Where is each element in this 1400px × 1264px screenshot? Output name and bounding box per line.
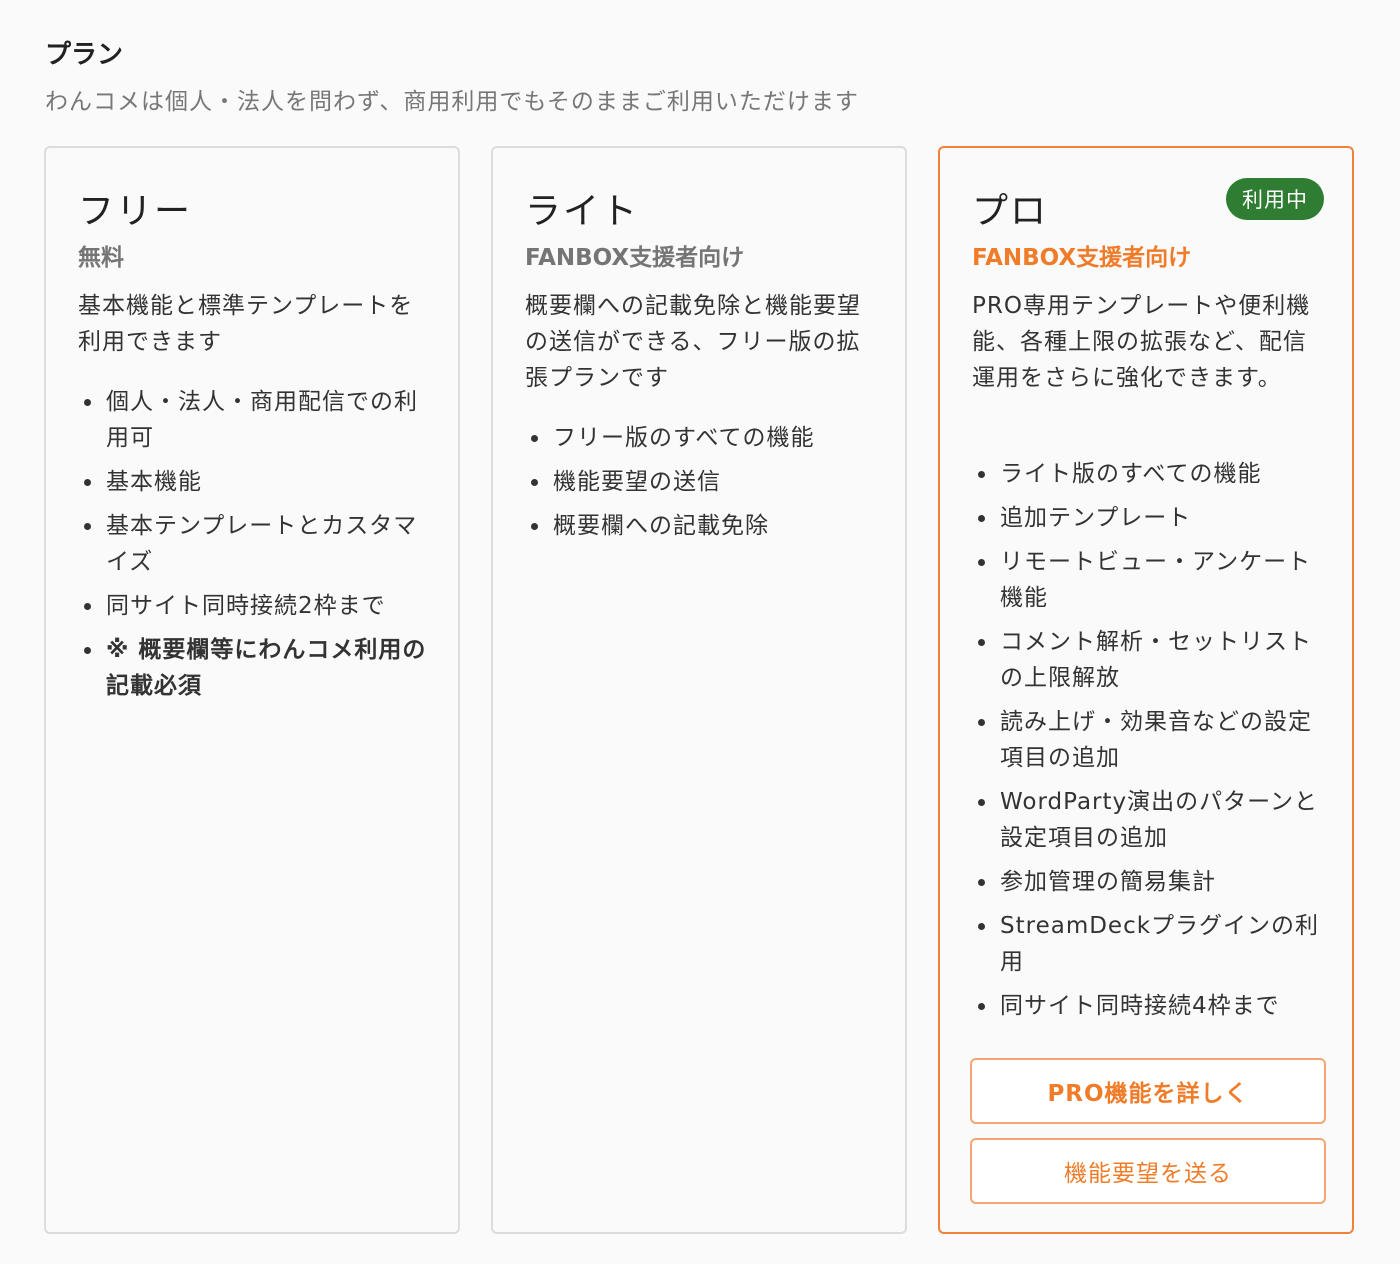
feature-item: 同サイト同時接続2枠まで — [78, 588, 428, 624]
feature-item: ライト版のすべての機能 — [972, 456, 1322, 492]
feature-item: WordParty演出のパターンと設定項目の追加 — [972, 784, 1322, 856]
plan-feature-list: 個人・法人・商用配信での利用可 基本機能 基本テンプレートとカスタマイズ 同サイ… — [78, 384, 428, 712]
section-title: プラン — [45, 40, 124, 70]
feature-item: 基本テンプレートとカスタマイズ — [78, 508, 428, 580]
feature-request-button[interactable]: 機能要望を送る — [970, 1138, 1326, 1204]
feature-item: 概要欄への記載免除 — [525, 508, 875, 544]
feature-item-notice: ※ 概要欄等にわんコメ利用の記載必須 — [78, 632, 428, 704]
section-subtitle: わんコメは個人・法人を問わず、商用利用でもそのままご利用いただけます — [45, 89, 859, 115]
feature-item: コメント解析・セットリストの上限解放 — [972, 624, 1322, 696]
feature-item: 機能要望の送信 — [525, 464, 875, 500]
current-plan-badge: 利用中 — [1226, 178, 1324, 220]
plan-price: 無料 — [78, 245, 124, 271]
plan-card-pro: プロ 利用中 FANBOX支援者向け PRO専用テンプレートや便利機能、各種上限… — [938, 146, 1354, 1234]
plan-feature-list: フリー版のすべての機能 機能要望の送信 概要欄への記載免除 — [525, 420, 875, 552]
feature-item: 個人・法人・商用配信での利用可 — [78, 384, 428, 456]
plan-price: FANBOX支援者向け — [972, 245, 1192, 271]
feature-item: 基本機能 — [78, 464, 428, 500]
plan-name: ライト — [525, 191, 640, 232]
feature-item: 参加管理の簡易集計 — [972, 864, 1322, 900]
plan-name: プロ — [972, 191, 1049, 232]
plan-card-free: フリー 無料 基本機能と標準テンプレートを利用できます 個人・法人・商用配信での… — [44, 146, 460, 1234]
pro-details-button[interactable]: PRO機能を詳しく — [970, 1058, 1326, 1124]
feature-item: リモートビュー・アンケート機能 — [972, 544, 1322, 616]
plan-card-lite: ライト FANBOX支援者向け 概要欄への記載免除と機能要望の送信ができる、フリ… — [491, 146, 907, 1234]
feature-item: StreamDeckプラグインの利用 — [972, 908, 1322, 980]
plan-description: 基本機能と標準テンプレートを利用できます — [78, 293, 414, 355]
feature-item: 同サイト同時接続4枠まで — [972, 988, 1322, 1024]
plan-description: 概要欄への記載免除と機能要望の送信ができる、フリー版の拡張プランです — [525, 293, 861, 391]
plan-name: フリー — [78, 191, 193, 232]
plan-feature-list: ライト版のすべての機能 追加テンプレート リモートビュー・アンケート機能 コメン… — [972, 456, 1322, 1032]
feature-item: 読み上げ・効果音などの設定項目の追加 — [972, 704, 1322, 776]
feature-item: 追加テンプレート — [972, 500, 1322, 536]
plan-description: PRO専用テンプレートや便利機能、各種上限の拡張など、配信運用をさらに強化できま… — [972, 293, 1311, 391]
plans-section: プラン わんコメは個人・法人を問わず、商用利用でもそのままご利用いただけます フ… — [0, 0, 1400, 1264]
plan-price: FANBOX支援者向け — [525, 245, 745, 271]
feature-item: フリー版のすべての機能 — [525, 420, 875, 456]
